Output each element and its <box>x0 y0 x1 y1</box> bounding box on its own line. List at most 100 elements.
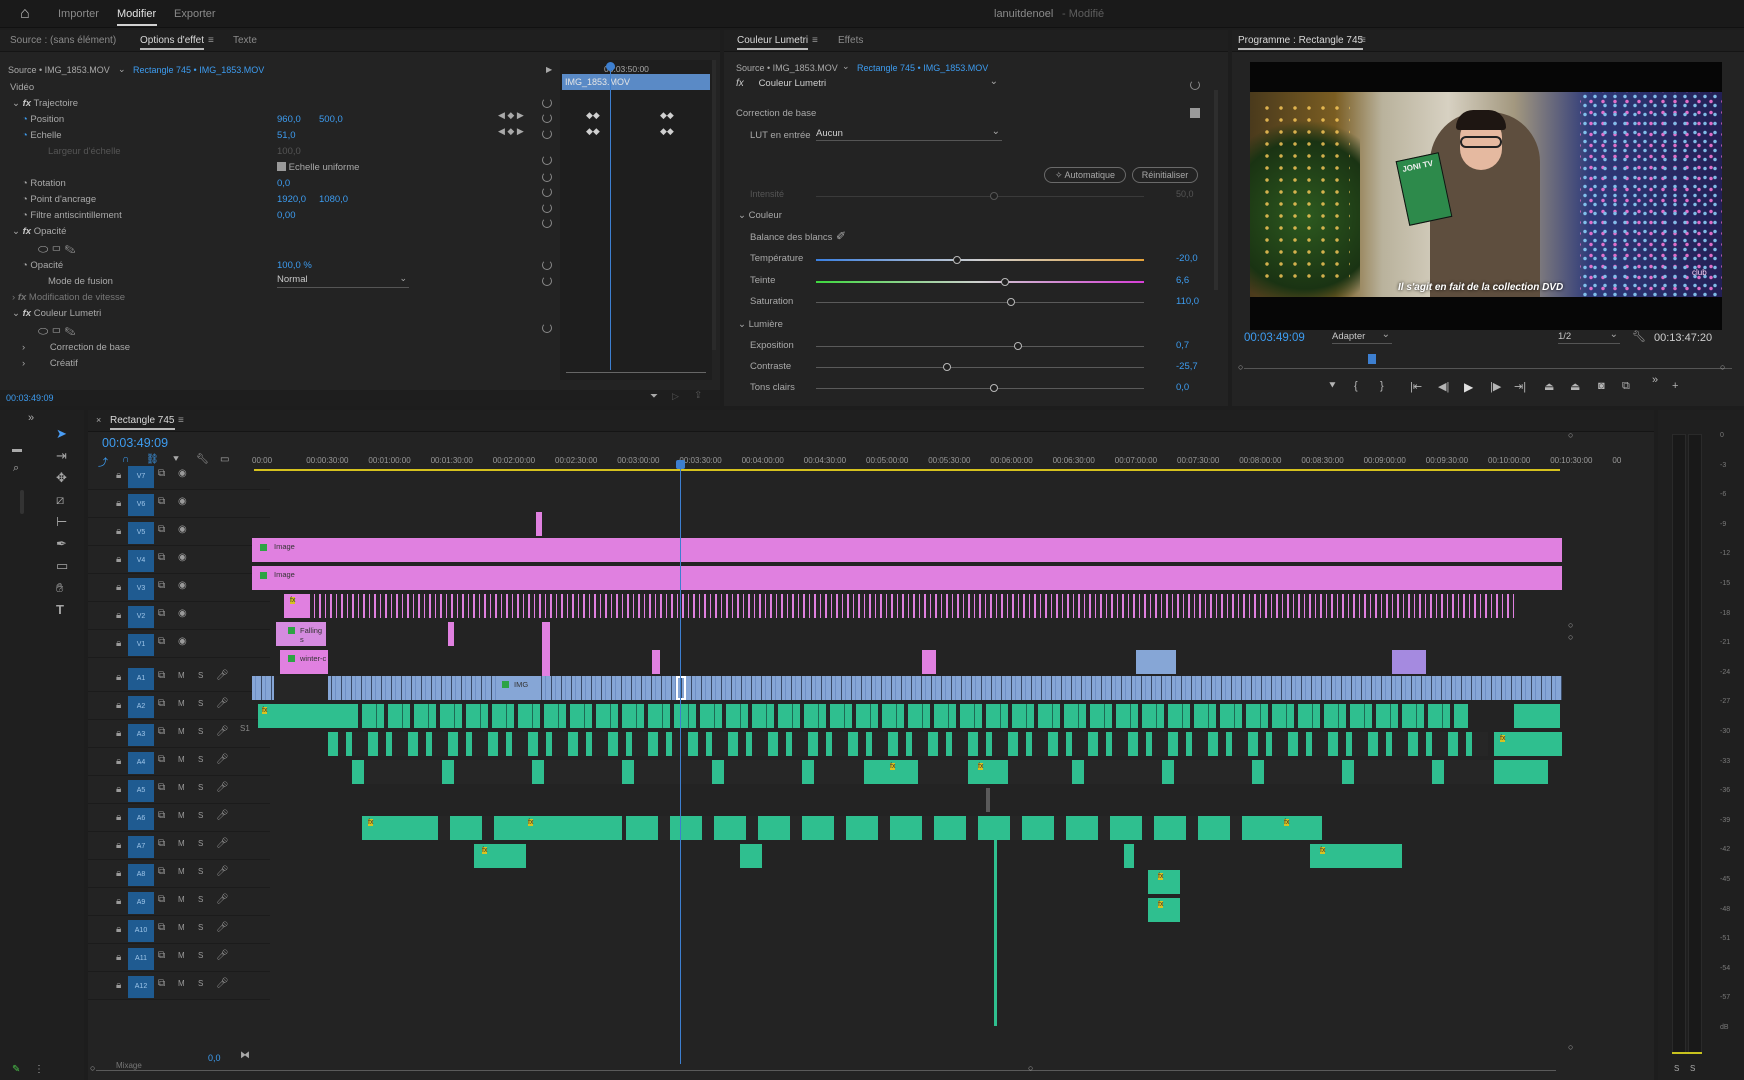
resolution-select[interactable]: 1/2 ⌄ <box>1558 329 1620 344</box>
tab-text[interactable]: Texte <box>233 35 257 46</box>
stopwatch-icon[interactable]: ◔ <box>22 114 28 125</box>
lock-icon[interactable]: 🔒︎ <box>116 952 121 963</box>
lock-icon[interactable]: 🔒︎ <box>116 812 121 823</box>
track-label[interactable]: A3 <box>128 724 154 746</box>
mark-in-icon[interactable]: { <box>1354 380 1358 392</box>
sync-lock-icon[interactable]: ⧉ <box>158 726 165 737</box>
solo-button[interactable]: S <box>198 979 203 988</box>
fit-select[interactable]: Adapter ⌄ <box>1332 329 1392 344</box>
vscroll-handle[interactable]: ○ <box>1568 620 1573 630</box>
eye-icon[interactable]: ◉ <box>178 552 187 563</box>
saturation-value[interactable]: 110,0 <box>1176 296 1199 307</box>
lumetri-scrollbar[interactable] <box>1214 90 1218 290</box>
horizontal-scrollbar[interactable] <box>96 1070 1556 1071</box>
panel-menu-icon[interactable]: ≡ <box>1360 35 1366 46</box>
keyframe-nav[interactable]: ◀ ◆ ▶ <box>498 110 524 121</box>
reset-icon[interactable] <box>542 203 552 213</box>
solo-button[interactable]: S <box>198 895 203 904</box>
intensity-knob[interactable] <box>990 192 998 200</box>
microphone-icon[interactable]: 🎤︎ <box>216 810 229 821</box>
lock-icon[interactable]: 🔒︎ <box>116 470 121 481</box>
microphone-icon[interactable]: 🎤︎ <box>216 838 229 849</box>
keyframe-icon[interactable]: ◆◆ <box>586 126 600 137</box>
exposure-knob[interactable] <box>1014 342 1022 350</box>
panel-menu-icon[interactable]: ≡ <box>812 35 818 46</box>
a6-clip[interactable]: fx <box>1310 844 1402 868</box>
position-y-value[interactable]: 500,0 <box>319 114 343 130</box>
a3-clips[interactable] <box>352 760 1532 784</box>
program-scrubber[interactable] <box>1244 368 1732 369</box>
video-track-header[interactable]: 🔒︎ V5 ⧉ ◉ <box>88 518 270 546</box>
filter-icon[interactable]: ⏷ <box>650 391 658 402</box>
a2-clips[interactable] <box>328 732 1488 756</box>
lock-icon[interactable]: 🔒︎ <box>116 840 121 851</box>
mute-button[interactable]: M <box>178 979 185 988</box>
video-track-header[interactable]: 🔒︎ V1 ⧉ ◉ <box>88 630 270 658</box>
add-button-icon[interactable]: + <box>1672 380 1678 392</box>
timeline-playhead[interactable] <box>680 464 681 1064</box>
sync-lock-icon[interactable]: ⧉ <box>158 670 165 681</box>
step-back-icon[interactable]: ◀| <box>1438 380 1449 393</box>
lock-icon[interactable]: 🔒︎ <box>116 728 121 739</box>
eye-icon[interactable]: ◉ <box>178 580 187 591</box>
solo-button[interactable]: S <box>198 811 203 820</box>
microphone-icon[interactable]: 🎤︎ <box>216 726 229 737</box>
audio-track-header[interactable]: 🔒︎ A9 ⧉ M S 🎤︎ <box>88 888 270 916</box>
menu-dots-icon[interactable]: ⋮ <box>34 1064 44 1075</box>
eye-icon[interactable]: ◉ <box>178 608 187 619</box>
sync-lock-icon[interactable]: ⧉ <box>158 552 165 563</box>
solo-button[interactable]: S <box>198 727 203 736</box>
audio-track-header[interactable]: 🔒︎ A4 ⧉ M S 🎤︎ <box>88 748 270 776</box>
audio-track-header[interactable]: 🔒︎ A5 ⧉ M S 🎤︎ <box>88 776 270 804</box>
tools-scrollbar[interactable] <box>20 490 24 514</box>
solo-button[interactable]: S <box>198 951 203 960</box>
lift-icon[interactable]: ⏏ <box>1544 380 1554 393</box>
add-marker-icon[interactable]: ⯆ <box>1328 380 1337 393</box>
workspace-tab-edit[interactable]: Modifier <box>117 8 156 20</box>
lock-icon[interactable]: 🔒︎ <box>116 498 121 509</box>
mini-playhead[interactable] <box>610 66 611 370</box>
panel-menu-icon[interactable]: ≡ <box>208 35 214 46</box>
sync-lock-icon[interactable]: ⧉ <box>158 978 165 989</box>
sync-lock-icon[interactable]: ⧉ <box>158 754 165 765</box>
eye-icon[interactable]: ◉ <box>178 496 187 507</box>
mute-button[interactable]: M <box>178 951 185 960</box>
exposure-value[interactable]: 0,7 <box>1176 340 1189 351</box>
track-label[interactable]: A4 <box>128 752 154 774</box>
auto-button[interactable]: ✧ Automatique <box>1044 167 1126 183</box>
creative-row[interactable]: › Créatif <box>22 358 78 374</box>
video-track-header[interactable]: 🔒︎ V6 ⧉ ◉ <box>88 490 270 518</box>
track-label[interactable]: A12 <box>128 976 154 998</box>
reset-icon[interactable] <box>542 155 552 165</box>
selection-tool-icon[interactable]: ➤ <box>56 426 67 442</box>
effect-sequence-label[interactable]: Rectangle 745 • IMG_1853.MOV <box>133 65 264 75</box>
track-label[interactable]: V6 <box>128 494 154 516</box>
mix-value[interactable]: 0,0 <box>208 1053 221 1063</box>
reset-icon[interactable] <box>542 323 552 333</box>
mute-button[interactable]: M <box>178 727 185 736</box>
microphone-icon[interactable]: 🎤︎ <box>216 754 229 765</box>
keyframe-icon[interactable]: ◆◆ <box>660 110 674 121</box>
extract-icon[interactable]: ⏏ <box>1570 380 1580 393</box>
highlights-slider[interactable] <box>816 388 1144 389</box>
close-icon[interactable]: × <box>96 415 101 425</box>
highlights-knob[interactable] <box>990 384 998 392</box>
fx-opacity[interactable]: ⌄ fx Opacité <box>12 226 66 242</box>
sync-lock-icon[interactable]: ⧉ <box>158 866 165 877</box>
sequence-tab[interactable]: Rectangle 745 <box>110 415 175 430</box>
solo-button[interactable]: S <box>198 839 203 848</box>
keyframe-nav[interactable]: ◀ ◆ ▶ <box>498 126 524 137</box>
lock-icon[interactable]: 🔒︎ <box>116 554 121 565</box>
temperature-value[interactable]: -20,0 <box>1176 253 1198 264</box>
type-tool-icon[interactable]: T <box>56 602 64 617</box>
track-label[interactable]: A2 <box>128 696 154 718</box>
tab-effect-options[interactable]: Options d'effet <box>140 35 204 50</box>
mute-button[interactable]: M <box>178 895 185 904</box>
lock-icon[interactable]: 🔒︎ <box>116 784 121 795</box>
audio-track-header[interactable]: 🔒︎ A7 ⧉ M S 🎤︎ <box>88 832 270 860</box>
lock-icon[interactable]: 🔒︎ <box>116 526 121 537</box>
a6-clip[interactable]: fx <box>474 844 526 868</box>
home-icon[interactable]: ⌂ <box>20 5 30 23</box>
sync-lock-icon[interactable]: ⧉ <box>158 810 165 821</box>
v2-winter-clip[interactable]: winter-c <box>280 650 328 674</box>
